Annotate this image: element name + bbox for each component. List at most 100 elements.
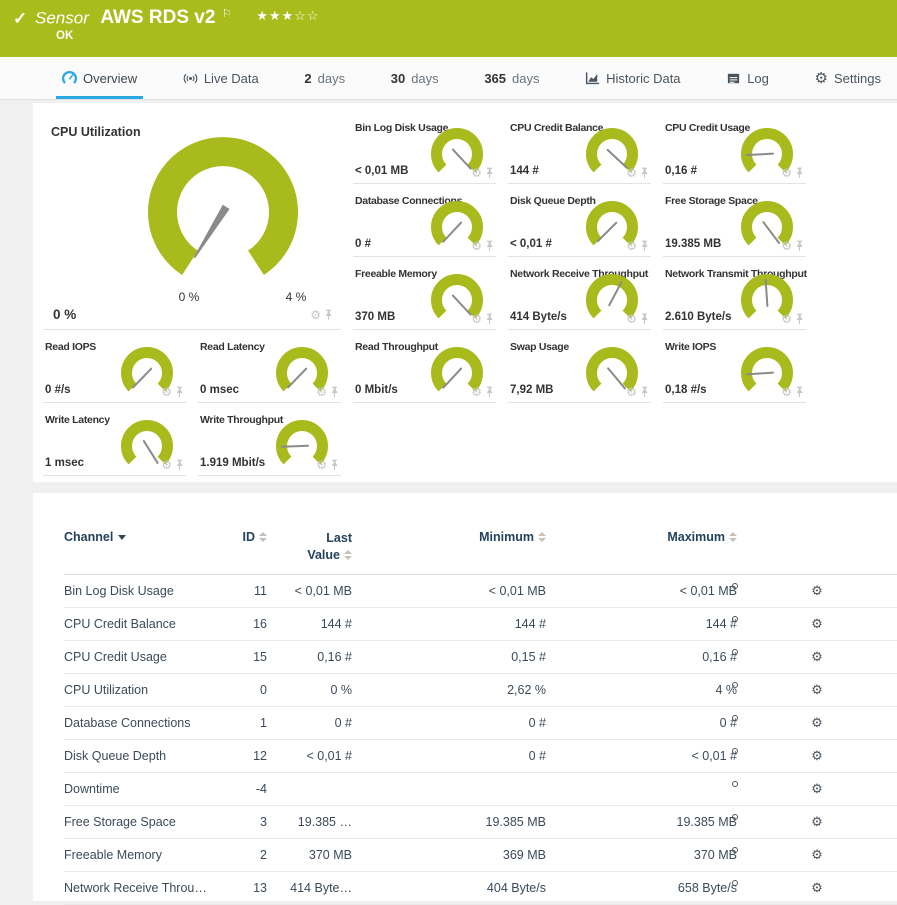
tab-settings[interactable]: ⚙Settings: [809, 57, 887, 99]
pin-icon[interactable]: [175, 459, 184, 471]
channel-maximum: 19.385 MB: [546, 815, 737, 829]
table-row-freeable-memory: Freeable Memory 2 370 MB 369 MB 370 MB ⚙: [64, 839, 897, 872]
column-header-channel[interactable]: Channel: [64, 530, 239, 544]
tab-historic-data[interactable]: Historic Data: [579, 57, 686, 99]
channel-last-value: 0 %: [267, 683, 352, 697]
pin-icon[interactable]: [640, 313, 649, 325]
pin-icon[interactable]: [795, 386, 804, 398]
mini-gauge-tile-disk-queue-depth[interactable]: Disk Queue Depth < 0,01 # ⚙: [508, 191, 651, 257]
gauge-icon: [62, 71, 77, 86]
channel-settings-gear-icon[interactable]: ⚙: [737, 584, 897, 597]
pin-icon[interactable]: [795, 240, 804, 252]
gauge-settings-gear-icon[interactable]: ⚙: [471, 313, 482, 325]
tab-overview[interactable]: Overview: [56, 57, 143, 99]
channel-settings-gear-icon[interactable]: ⚙: [737, 815, 897, 828]
channel-settings-gear-icon[interactable]: ⚙: [737, 782, 897, 795]
gauge-settings-gear-icon[interactable]: ⚙: [161, 386, 172, 398]
pin-icon[interactable]: [795, 167, 804, 179]
channel-name: Bin Log Disk Usage: [64, 584, 239, 598]
flag-icon[interactable]: ⚐: [222, 8, 232, 20]
mini-gauge-tile-freeable-memory[interactable]: Freeable Memory 370 MB ⚙: [353, 264, 496, 330]
sensor-title: AWS RDS v2: [100, 7, 215, 28]
gauge-settings-gear-icon[interactable]: ⚙: [781, 313, 792, 325]
pin-icon[interactable]: [330, 386, 339, 398]
pin-icon[interactable]: [640, 240, 649, 252]
gauge-settings-gear-icon[interactable]: ⚙: [781, 240, 792, 252]
mini-gauge-tile-network-receive-throughput[interactable]: Network Receive Throughput 414 Byte/s ⚙: [508, 264, 651, 330]
tab-30-days[interactable]: 30days: [385, 57, 445, 99]
table-row-cpu-credit-balance: CPU Credit Balance 16 144 # 144 # 144 # …: [64, 608, 897, 641]
tab-2-days[interactable]: 2days: [298, 57, 351, 99]
gauge-settings-gear-icon[interactable]: ⚙: [781, 167, 792, 179]
gauge-settings-gear-icon[interactable]: ⚙: [626, 386, 637, 398]
main-gauge-tile-cpu-utilization[interactable]: CPU Utilization 0 % 4 % 0 % ⚙: [43, 118, 341, 330]
gauge-label: Disk Queue Depth: [510, 195, 596, 207]
column-header-last-value[interactable]: Last Value: [267, 530, 352, 564]
pin-icon[interactable]: [485, 240, 494, 252]
tab-365-days[interactable]: 365days: [478, 57, 545, 99]
mini-gauge-tile-write-throughput[interactable]: Write Throughput 1.919 Mbit/s ⚙: [198, 410, 341, 476]
tab-log[interactable]: Log: [720, 57, 775, 99]
channel-settings-gear-icon[interactable]: ⚙: [737, 881, 897, 894]
gauge-settings-gear-icon[interactable]: ⚙: [310, 309, 321, 321]
priority-stars[interactable]: ★★★☆☆: [256, 8, 319, 23]
tab-live-data[interactable]: Live Data: [177, 57, 265, 99]
column-header-maximum[interactable]: Maximum: [546, 530, 737, 544]
mini-gauge-tile-cpu-credit-balance[interactable]: CPU Credit Balance 144 # ⚙: [508, 118, 651, 184]
gauge-settings-gear-icon[interactable]: ⚙: [316, 386, 327, 398]
gauge-settings-gear-icon[interactable]: ⚙: [781, 386, 792, 398]
pin-icon[interactable]: [485, 167, 494, 179]
gauge-value: 2.610 Byte/s: [665, 311, 732, 323]
mini-gauge-tile-read-latency[interactable]: Read Latency 0 msec ⚙: [198, 337, 341, 403]
channel-settings-gear-icon[interactable]: ⚙: [737, 617, 897, 630]
table-row-cpu-credit-usage: CPU Credit Usage 15 0,16 # 0,15 # 0,16 #…: [64, 641, 897, 674]
gauge-settings-gear-icon[interactable]: ⚙: [471, 167, 482, 179]
channel-settings-gear-icon[interactable]: ⚙: [737, 848, 897, 861]
sort-icon: [259, 532, 267, 542]
gauge-settings-gear-icon[interactable]: ⚙: [471, 386, 482, 398]
gauge-value: 144 #: [510, 165, 539, 177]
pin-icon[interactable]: [640, 386, 649, 398]
channel-last-value: 0 #: [267, 716, 352, 730]
channel-last-value: 414 Byte…: [267, 881, 352, 895]
channel-minimum: 0,15 #: [352, 650, 546, 664]
gauge-settings-gear-icon[interactable]: ⚙: [316, 459, 327, 471]
mini-gauge-tile-read-throughput[interactable]: Read Throughput 0 Mbit/s ⚙: [353, 337, 496, 403]
gauge-settings-gear-icon[interactable]: ⚙: [626, 167, 637, 179]
channel-name: Freeable Memory: [64, 848, 239, 862]
mini-gauge-tile-free-storage-space[interactable]: Free Storage Space 19.385 MB ⚙: [663, 191, 806, 257]
pin-icon[interactable]: [795, 313, 804, 325]
sort-desc-icon: [118, 535, 126, 540]
mini-gauge-tile-read-iops[interactable]: Read IOPS 0 #/s ⚙: [43, 337, 186, 403]
channel-settings-gear-icon[interactable]: ⚙: [737, 650, 897, 663]
gauge-settings-gear-icon[interactable]: ⚙: [626, 313, 637, 325]
table-row-downtime: Downtime -4 ⚙: [64, 773, 897, 806]
column-header-minimum[interactable]: Minimum: [352, 530, 546, 544]
tab-label-word: days: [512, 71, 539, 86]
channel-settings-gear-icon[interactable]: ⚙: [737, 716, 897, 729]
channel-name: Downtime: [64, 782, 239, 796]
pin-icon[interactable]: [640, 167, 649, 179]
gauge-value: 414 Byte/s: [510, 311, 567, 323]
channel-settings-gear-icon[interactable]: ⚙: [737, 683, 897, 696]
mini-gauge-tile-network-transmit-throughput[interactable]: Network Transmit Throughput 2.610 Byte/s…: [663, 264, 806, 330]
gauge-settings-gear-icon[interactable]: ⚙: [161, 459, 172, 471]
gauge-settings-gear-icon[interactable]: ⚙: [626, 240, 637, 252]
mini-gauge-tile-swap-usage[interactable]: Swap Usage 7,92 MB ⚙: [508, 337, 651, 403]
column-header-id[interactable]: ID: [239, 530, 267, 544]
tab-label: Historic Data: [606, 71, 680, 86]
channel-settings-gear-icon[interactable]: ⚙: [737, 749, 897, 762]
pin-icon[interactable]: [175, 386, 184, 398]
pin-icon[interactable]: [485, 313, 494, 325]
mini-gauge-tile-cpu-credit-usage[interactable]: CPU Credit Usage 0,16 # ⚙: [663, 118, 806, 184]
pin-icon[interactable]: [330, 459, 339, 471]
gauge-settings-gear-icon[interactable]: ⚙: [471, 240, 482, 252]
pin-icon[interactable]: [485, 386, 494, 398]
gauge-value: < 0,01 MB: [355, 165, 408, 177]
mini-gauge-tile-bin-log-disk-usage[interactable]: Bin Log Disk Usage < 0,01 MB ⚙: [353, 118, 496, 184]
channel-id: 12: [239, 749, 267, 763]
mini-gauge-tile-database-connections[interactable]: Database Connections 0 # ⚙: [353, 191, 496, 257]
mini-gauge-tile-write-latency[interactable]: Write Latency 1 msec ⚙: [43, 410, 186, 476]
pin-icon[interactable]: [324, 309, 333, 321]
mini-gauge-tile-write-iops[interactable]: Write IOPS 0,18 #/s ⚙: [663, 337, 806, 403]
